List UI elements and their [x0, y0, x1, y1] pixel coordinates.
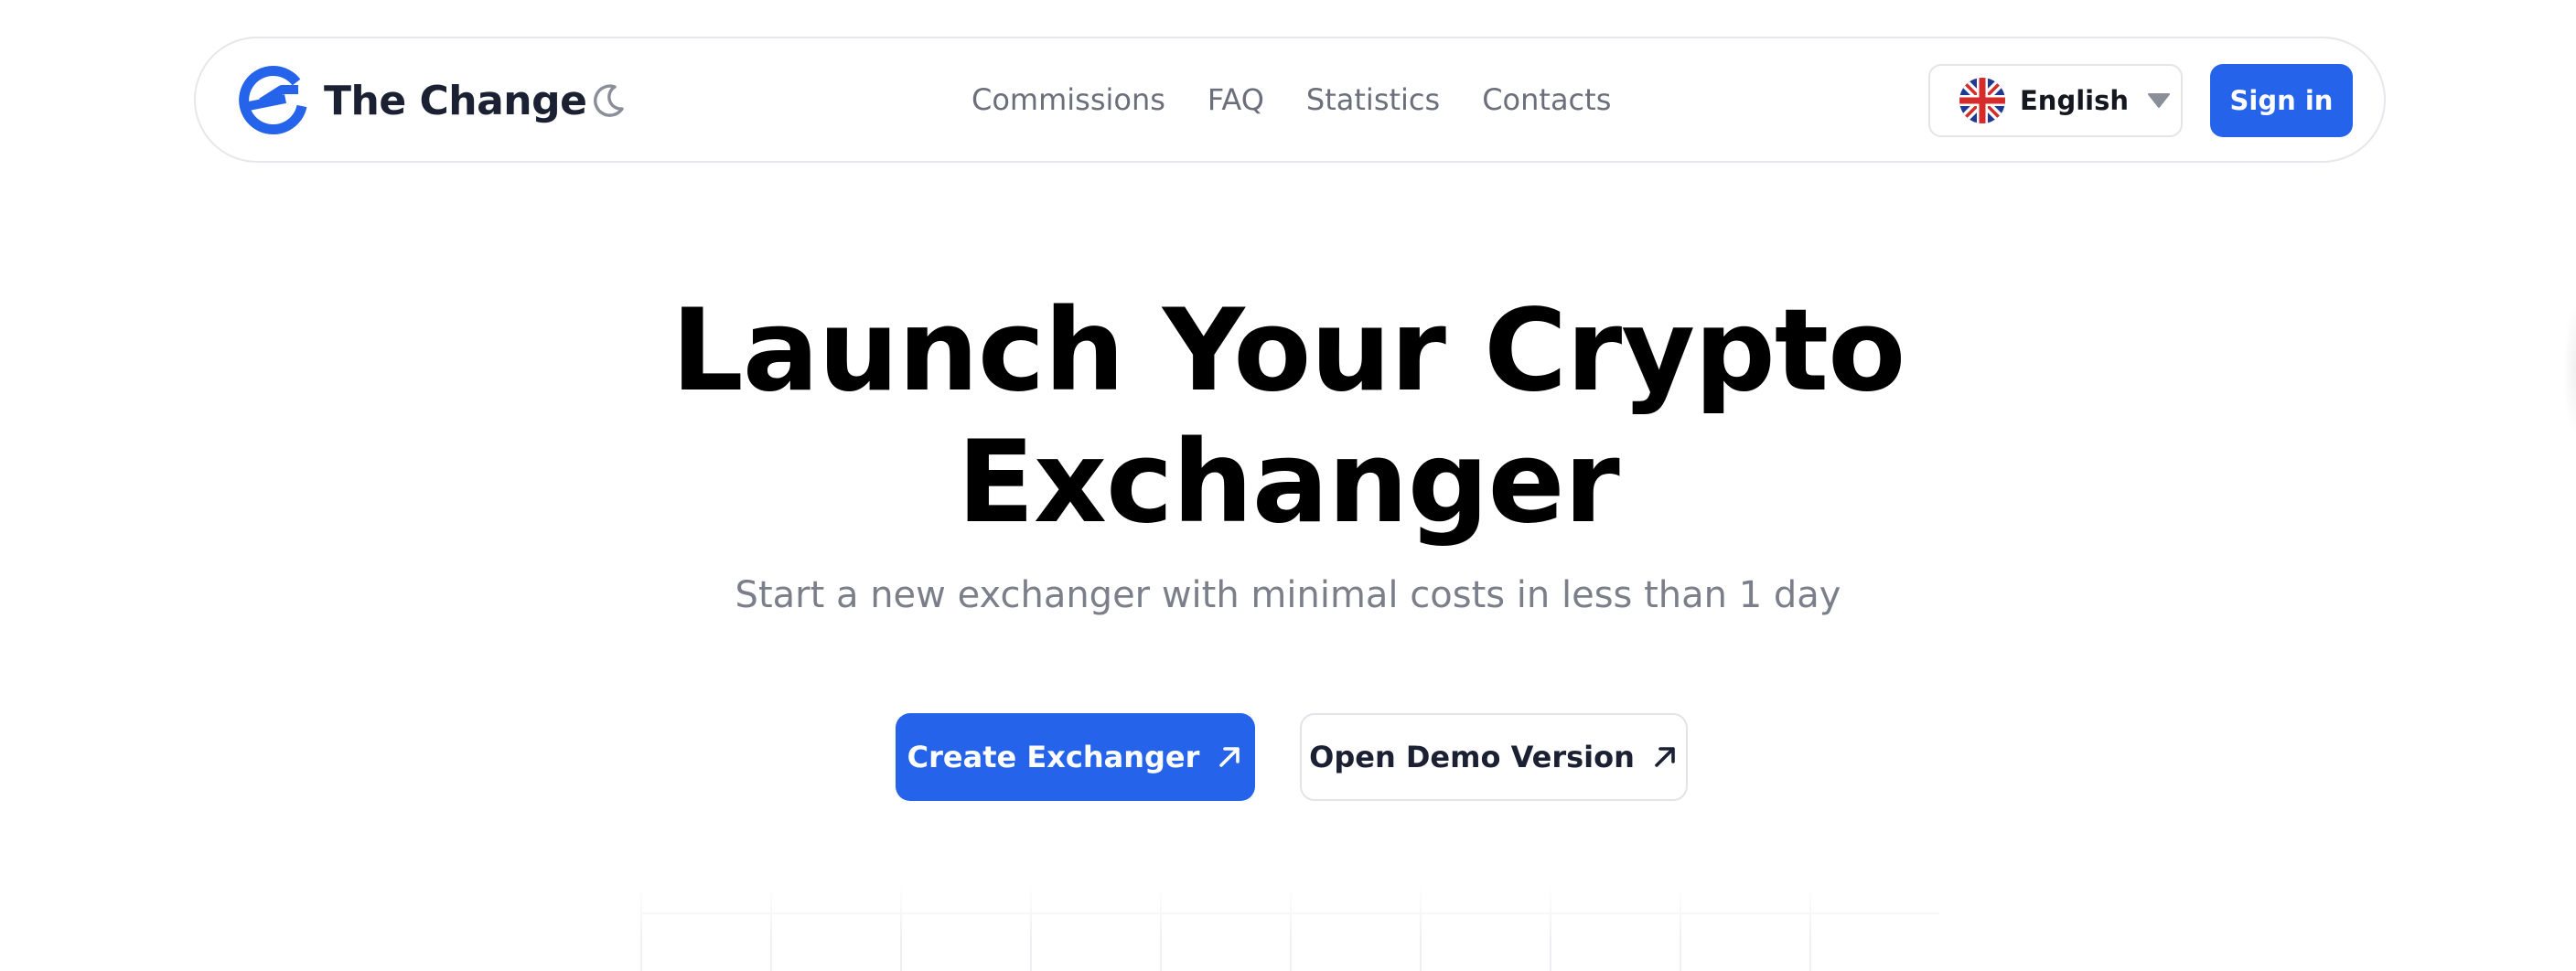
moon-icon[interactable] [589, 81, 628, 120]
arrow-up-right-icon [1219, 747, 1240, 767]
edge-shadow [2563, 302, 2576, 439]
create-exchanger-button[interactable]: Create Exchanger [896, 713, 1255, 801]
sign-in-button[interactable]: Sign in [2210, 64, 2353, 137]
nav-contacts[interactable]: Contacts [1482, 82, 1611, 117]
nav-statistics[interactable]: Statistics [1306, 82, 1440, 117]
hero-title-line-1: Launch Your Crypto [671, 285, 1906, 417]
nav-faq[interactable]: FAQ [1208, 82, 1264, 117]
nav-commissions[interactable]: Commissions [971, 82, 1165, 117]
open-demo-button[interactable]: Open Demo Version [1300, 713, 1688, 801]
uk-flag-icon [1959, 78, 2005, 123]
the-change-logo-icon [239, 66, 307, 135]
hero-title: Launch Your Crypto Exchanger [0, 285, 2576, 549]
main-nav: Commissions FAQ Statistics Contacts [971, 38, 1611, 161]
hero-title-line-2: Exchanger [957, 417, 1619, 549]
brand[interactable]: The Change [234, 62, 587, 139]
brand-name: The Change [324, 77, 587, 124]
language-label: English [2020, 85, 2130, 116]
arrow-up-right-icon [1655, 747, 1675, 767]
top-navbar: The Change Commissions FAQ Statistics Co… [194, 37, 2386, 163]
create-exchanger-label: Create Exchanger [907, 740, 1200, 774]
landing-page: The Change Commissions FAQ Statistics Co… [0, 0, 2576, 971]
hero-subtitle: Start a new exchanger with minimal costs… [735, 574, 1841, 616]
caret-down-icon [2148, 93, 2171, 108]
open-demo-label: Open Demo Version [1309, 740, 1635, 774]
background-grid [640, 885, 1939, 971]
language-selector[interactable]: English [1928, 64, 2183, 137]
